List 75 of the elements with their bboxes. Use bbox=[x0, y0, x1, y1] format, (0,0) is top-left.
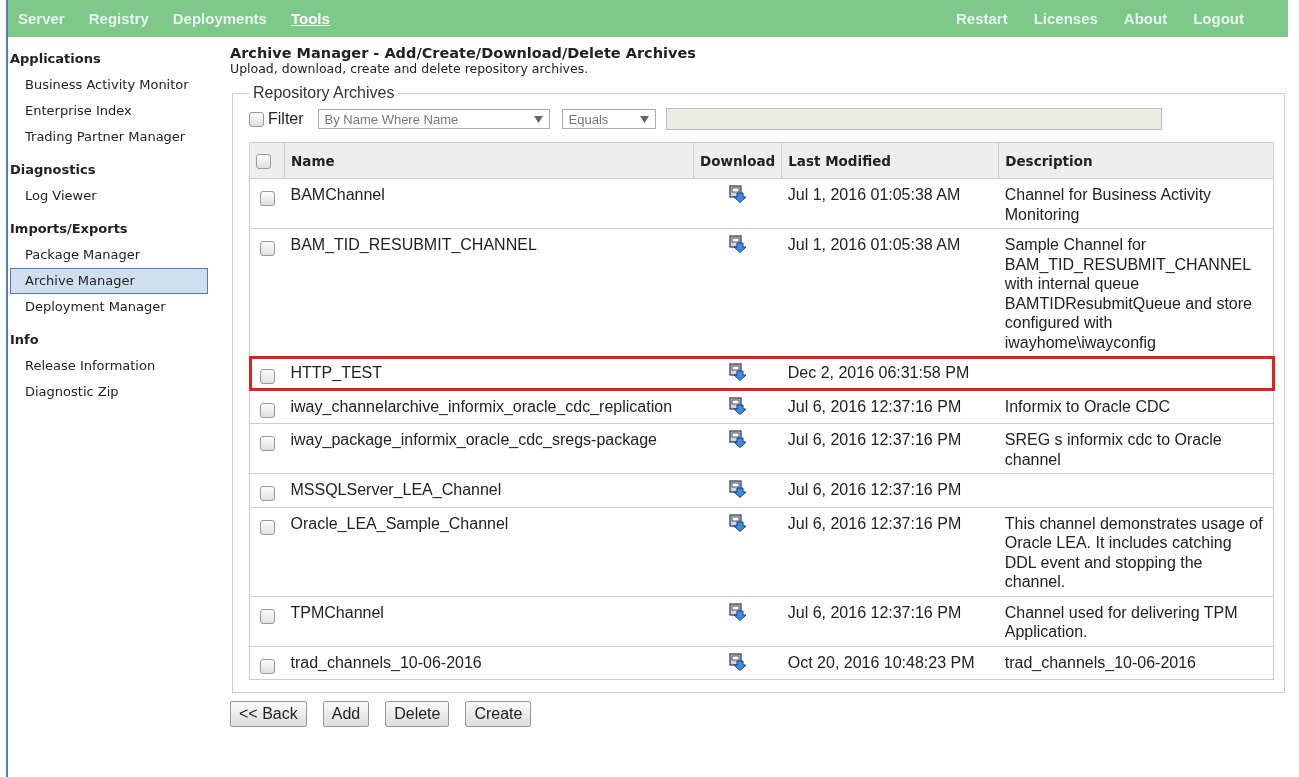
row-checkbox[interactable] bbox=[259, 369, 275, 385]
row-checkbox[interactable] bbox=[259, 436, 275, 452]
sidebar-item[interactable]: Business Activity Monitor bbox=[10, 72, 208, 98]
sidebar-item[interactable]: Diagnostic Zip bbox=[10, 379, 208, 405]
row-checkbox[interactable] bbox=[259, 658, 275, 674]
column-header: Download bbox=[693, 142, 782, 179]
description-cell: Channel for Business Activity Monitoring bbox=[998, 178, 1274, 229]
download-icon[interactable] bbox=[728, 396, 747, 415]
name-cell: MSSQLServer_LEA_Channel bbox=[284, 473, 694, 507]
download-icon[interactable] bbox=[728, 602, 747, 621]
description-cell: SREG s informix cdc to Oracle channel bbox=[998, 423, 1274, 474]
name-cell: Oracle_LEA_Sample_Channel bbox=[284, 507, 694, 596]
row-checkbox[interactable] bbox=[259, 241, 275, 257]
column-header: Name bbox=[284, 142, 694, 179]
row-checkbox[interactable] bbox=[259, 486, 275, 502]
dropdown-arrow-icon bbox=[639, 115, 649, 123]
sidebar-item[interactable]: Trading Partner Manager bbox=[10, 124, 208, 150]
modified-cell: Jul 1, 2016 01:05:38 AM bbox=[781, 178, 999, 229]
sidebar-item[interactable]: Log Viewer bbox=[10, 183, 208, 209]
download-icon[interactable] bbox=[728, 480, 747, 498]
sidebar-item[interactable]: Package Manager bbox=[10, 242, 208, 268]
field-dropdown[interactable]: By Name Where Name bbox=[317, 109, 550, 129]
sidebar-item[interactable]: Deployment Manager bbox=[10, 294, 208, 320]
download-icon[interactable] bbox=[728, 652, 747, 671]
description-cell: trad_channels_10-06-2016 bbox=[998, 646, 1274, 680]
modified-cell: Jul 6, 2016 12:37:16 PM bbox=[781, 473, 999, 507]
row-checkbox[interactable] bbox=[259, 402, 275, 418]
action-button[interactable]: Delete bbox=[385, 701, 450, 727]
name-cell: iway_channelarchive_informix_oracle_cdc_replication bbox=[284, 390, 694, 424]
name-cell: trad_channels_10-06-2016 bbox=[284, 646, 694, 680]
sidebar-heading: Info bbox=[9, 331, 40, 349]
modified-cell: Dec 2, 2016 06:31:58 PM bbox=[781, 356, 999, 390]
description-cell: This channel demonstrates usage of Oracle LEA. It includes catching DDL event and stopping the channel. bbox=[998, 507, 1274, 596]
name-cell: BAMChannel bbox=[284, 178, 694, 229]
row-checkbox[interactable] bbox=[259, 608, 275, 624]
page-subtitle: Upload, download, create and delete repository archives. bbox=[230, 61, 590, 76]
operator-dropdown[interactable]: Equals bbox=[561, 109, 656, 129]
page-title: Archive Manager - Add/Create/Download/Delete Archives bbox=[230, 45, 697, 61]
download-icon[interactable] bbox=[728, 185, 747, 203]
action-button[interactable]: Create bbox=[465, 701, 532, 727]
download-icon[interactable] bbox=[728, 235, 747, 253]
panel-legend: Repository Archives bbox=[249, 84, 399, 102]
sidebar-item[interactable]: Archive Manager bbox=[10, 268, 208, 294]
name-cell: iway_package_informix_oracle_cdc_sregs-package bbox=[284, 423, 694, 474]
modified-cell: Jul 6, 2016 12:37:16 PM bbox=[781, 423, 999, 474]
name-cell: HTTP_TEST bbox=[284, 356, 694, 390]
download-icon[interactable] bbox=[728, 513, 747, 532]
download-icon[interactable] bbox=[728, 430, 747, 448]
action-button[interactable]: << Back bbox=[230, 701, 307, 727]
sidebar-heading: Imports/Exports bbox=[9, 220, 129, 238]
sidebar-item[interactable]: Release Information bbox=[10, 353, 208, 379]
dropdown-arrow-icon bbox=[533, 115, 543, 123]
filter-label: Filter bbox=[268, 110, 304, 128]
description-cell: Informix to Oracle CDC bbox=[998, 390, 1274, 424]
description-cell: Channel used for delivering TPM Application. bbox=[998, 596, 1274, 646]
modified-cell: Oct 20, 2016 10:48:23 PM bbox=[781, 646, 999, 680]
modified-cell: Jul 6, 2016 12:37:16 PM bbox=[781, 507, 999, 596]
checkbox[interactable] bbox=[249, 111, 264, 127]
modified-cell: Jul 1, 2016 01:05:38 AM bbox=[781, 228, 999, 357]
sidebar-item[interactable]: Enterprise Index bbox=[10, 98, 208, 124]
modified-cell: Jul 6, 2016 12:37:16 PM bbox=[781, 390, 999, 424]
select-all-checkbox[interactable] bbox=[256, 153, 271, 169]
download-icon[interactable] bbox=[728, 363, 747, 381]
name-cell: TPMChannel bbox=[284, 596, 694, 646]
description-cell: Sample Channel for BAM_TID_RESUBMIT_CHANNEL with internal queue BAMTIDResubmitQueue and store configured with iwayhome\iwayconfig bbox=[998, 228, 1274, 357]
sidebar-heading: Diagnostics bbox=[9, 161, 97, 179]
column-header: Last Modified bbox=[781, 142, 999, 179]
row-checkbox[interactable] bbox=[259, 191, 275, 207]
filter-input-field[interactable] bbox=[665, 108, 1162, 130]
action-button[interactable]: Add bbox=[322, 701, 370, 727]
modified-cell: Jul 6, 2016 12:37:16 PM bbox=[781, 596, 999, 646]
name-cell: BAM_TID_RESUBMIT_CHANNEL bbox=[284, 228, 694, 357]
sidebar-heading: Applications bbox=[9, 50, 102, 68]
column-header: Description bbox=[998, 142, 1274, 179]
row-checkbox[interactable] bbox=[259, 519, 275, 535]
